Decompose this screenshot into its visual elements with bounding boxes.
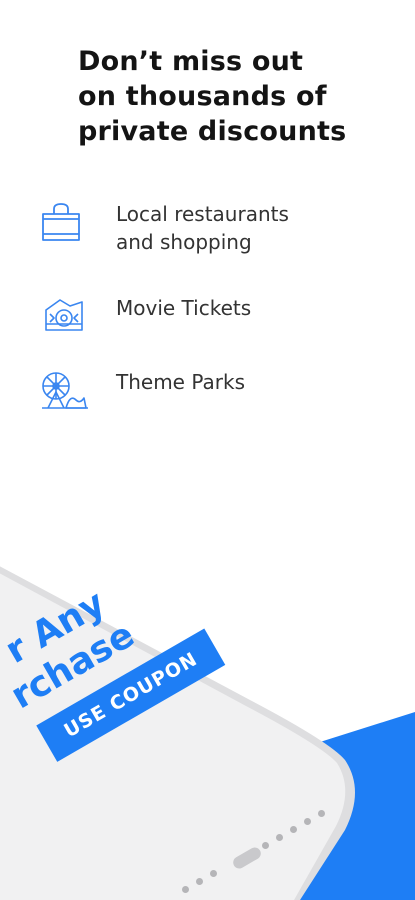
feature-label-movies: Movie Tickets	[116, 296, 252, 320]
feature-item-movies: Movie Tickets	[40, 294, 251, 338]
feature-item-restaurants: Local restaurants and shopping	[40, 200, 289, 254]
shopping-bag-icon	[42, 203, 80, 241]
feature-label-restaurants: Local restaurants and shopping	[116, 202, 289, 254]
title-line-2: on thousands of	[78, 81, 327, 112]
ferris-wheel-icon	[42, 372, 88, 409]
movie-ticket-icon	[45, 299, 83, 331]
title-line-3: private discounts	[78, 116, 347, 147]
title-line-1: Don’t miss out	[78, 46, 304, 77]
feature-label-theme-parks: Theme Parks	[116, 370, 245, 394]
feature-item-theme-parks: Theme Parks	[40, 368, 245, 412]
page-title: Don’t miss out on thousands of private d…	[78, 44, 398, 149]
